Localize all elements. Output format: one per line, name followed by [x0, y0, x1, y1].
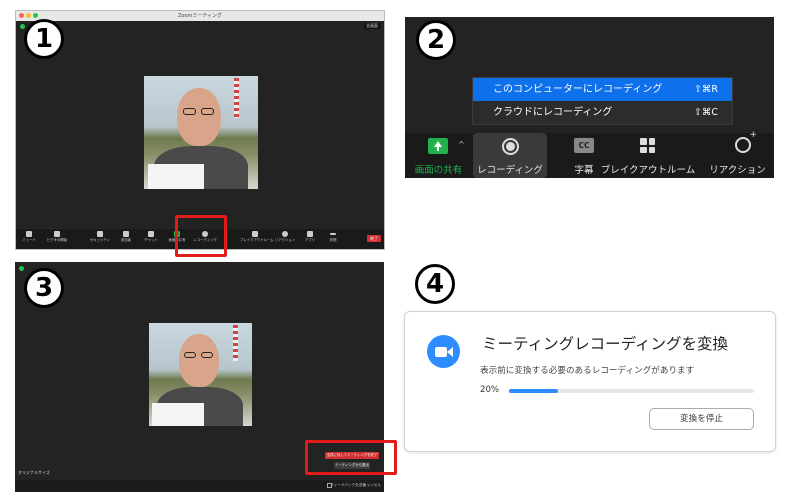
toolbar-label: ミュート — [22, 238, 36, 242]
dialog-title: ミーティングレコーディングを変換 — [482, 335, 728, 353]
toolbar-reactions[interactable]: リアクション — [274, 231, 296, 243]
toolbar-start-video[interactable]: ビデオの開始 — [46, 231, 68, 243]
security-shield-icon[interactable] — [19, 266, 24, 271]
record-to-cloud-item[interactable]: クラウドにレコーディング ⇧⌘C — [473, 101, 732, 124]
meeting-toolbar-zoomed: ^ 画面の共有 レコーディング CC 字幕 ブレイクアウトルーム リアクション — [405, 130, 774, 178]
recording-button[interactable]: レコーディング — [473, 133, 547, 178]
glasses — [184, 352, 196, 358]
person-head — [179, 334, 219, 387]
window-titlebar: Zoomミーティング — [16, 11, 384, 21]
person-shirt — [148, 164, 204, 189]
share-screen-button[interactable]: ^ 画面の共有 — [405, 133, 472, 178]
end-meeting-button[interactable]: 終了 — [367, 235, 381, 242]
stop-conversion-button[interactable]: 変換を停止 — [649, 408, 754, 430]
share-screen-icon — [428, 138, 448, 154]
breakout-rooms-button[interactable]: ブレイクアウトルーム — [596, 133, 700, 178]
more-icon — [330, 233, 336, 235]
progress-percentage: 20% — [480, 385, 500, 395]
recording-dropdown-menu: このコンピューターにレコーディング ⇧⌘R クラウドにレコーディング ⇧⌘C — [472, 77, 733, 125]
record-to-computer-item[interactable]: このコンピューターにレコーディング ⇧⌘R — [473, 78, 732, 101]
toolbar-breakout[interactable]: ブレイクアウトルーム — [240, 231, 274, 243]
step-number-1: 1 — [24, 19, 64, 59]
toolbar-label: アプリ — [304, 238, 316, 242]
share-screen-label: 画面の共有 — [414, 165, 463, 176]
meeting-bottom-bar: フィードバックを送信 キャンセル — [15, 480, 384, 492]
progress-bar — [509, 389, 754, 393]
toolbar-label: 参加者 — [120, 238, 132, 242]
feedback-checkbox-label: フィードバックを送信 — [330, 483, 366, 487]
menu-item-label: このコンピューターにレコーディング — [493, 84, 663, 95]
breakout-grid-icon — [640, 138, 655, 153]
toolbar-apps[interactable]: アプリ — [299, 231, 321, 243]
progress-bar-fill — [509, 389, 558, 393]
closed-captions-icon: CC — [574, 138, 594, 153]
toolbar-label: リアクション — [274, 238, 296, 242]
background-tower — [234, 78, 239, 118]
glasses — [183, 108, 196, 115]
toolbar-label: セキュリティ — [89, 238, 111, 242]
dialog-subtitle: 表示前に変換する必要のあるレコーディングがあります — [480, 366, 695, 376]
highlight-recording-button — [175, 215, 227, 257]
reactions-label: リアクション — [709, 165, 766, 176]
person-shirt — [152, 403, 204, 426]
chevron-up-icon[interactable]: ^ — [458, 140, 465, 149]
zoom-camera-icon — [427, 335, 460, 368]
background-tower — [233, 325, 238, 361]
glasses — [201, 108, 214, 115]
toolbar-label: 詳細 — [329, 238, 337, 242]
participant-video — [149, 323, 252, 426]
security-shield-icon[interactable] — [20, 24, 25, 29]
fullscreen-button[interactable]: 全画面 — [364, 23, 380, 29]
participant-video — [144, 76, 258, 189]
toolbar-security[interactable]: セキュリティ — [89, 231, 111, 243]
glasses — [201, 352, 213, 358]
zoom-meeting-window: Zoomミーティング 全画面 オリジナルサイズ ミュート ビデオの開始 セキュリ… — [15, 10, 385, 250]
convert-recording-dialog: ミーティングレコーディングを変換 表示前に変換する必要のあるレコーディングがあり… — [404, 311, 776, 452]
shortcut-label: ⇧⌘R — [693, 84, 718, 95]
person-head — [177, 88, 221, 146]
step-number-3: 3 — [24, 268, 64, 308]
menu-item-label: クラウドにレコーディング — [493, 107, 613, 118]
window-title: Zoomミーティング — [177, 13, 223, 19]
reactions-button[interactable]: リアクション — [701, 130, 774, 178]
record-icon — [502, 138, 519, 155]
toolbar-label: チャット — [144, 238, 158, 242]
participant-name: オリジナルサイズ — [18, 470, 50, 475]
toolbar-label: ビデオの開始 — [46, 238, 68, 242]
cancel-link[interactable]: キャンセル — [363, 481, 381, 489]
toolbar-more[interactable]: 詳細 — [322, 231, 344, 243]
breakout-label: ブレイクアウトルーム — [600, 165, 696, 176]
highlight-end-buttons — [305, 440, 397, 475]
recording-label: レコーディング — [477, 165, 543, 176]
step-number-2: 2 — [416, 20, 456, 60]
toolbar-chat[interactable]: チャット — [140, 231, 162, 243]
reaction-smiley-icon — [735, 130, 757, 153]
toolbar-label: ブレイクアウトルーム — [240, 238, 274, 242]
shortcut-label: ⇧⌘C — [693, 107, 718, 118]
toolbar-participants[interactable]: 参加者 — [115, 231, 137, 243]
toolbar-mute[interactable]: ミュート — [18, 231, 40, 243]
step-number-4: 4 — [415, 264, 455, 304]
recording-menu-panel: このコンピューターにレコーディング ⇧⌘R クラウドにレコーディング ⇧⌘C ^… — [405, 17, 774, 178]
